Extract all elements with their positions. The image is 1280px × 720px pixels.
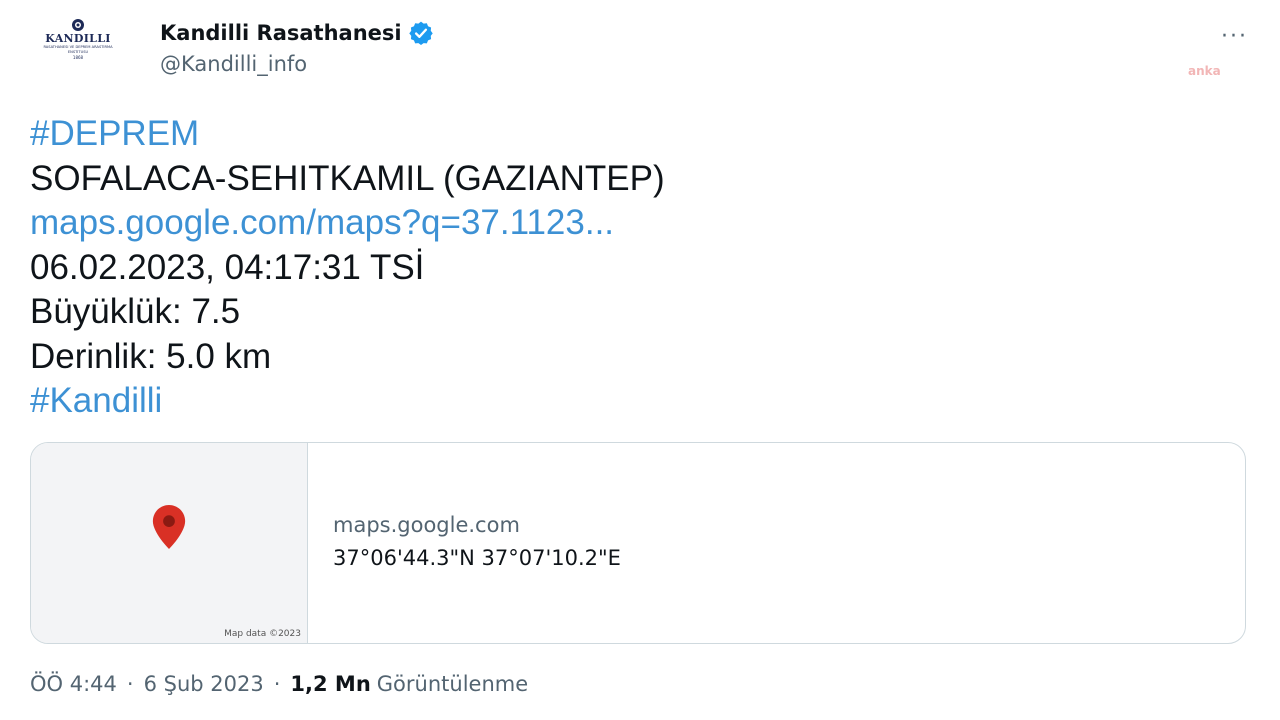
hashtag-kandilli-link[interactable]: #Kandilli [30, 379, 1250, 424]
location-text: SOFALACA-SEHITKAMIL (GAZIANTEP) [30, 158, 665, 198]
hashtag-deprem-link[interactable]: #DEPREM [30, 112, 1250, 157]
watermark: anka [1188, 64, 1221, 78]
avatar[interactable]: KANDILLI RASATHANESI VE DEPREM ARASTIRMA… [30, 18, 126, 88]
card-coordinates: 37°06'44.3"N 37°07'10.2"E [333, 546, 621, 570]
tweet-date[interactable]: 6 Şub 2023 [144, 672, 264, 696]
map-url-link[interactable]: maps.google.com/maps?q=37.1123... [30, 201, 1250, 246]
display-name[interactable]: Kandilli Rasathanesi [160, 21, 402, 45]
map-thumbnail[interactable]: Map data ©2023 [31, 443, 308, 643]
more-options-icon[interactable]: ··· [1221, 24, 1248, 49]
observatory-logo-icon [72, 19, 84, 31]
meta-separator: · [126, 672, 134, 696]
tweet-header: KANDILLI RASATHANESI VE DEPREM ARASTIRMA… [30, 14, 1250, 90]
views-label: Görüntülenme [376, 672, 529, 696]
magnitude-text: Büyüklük: 7.5 [30, 292, 241, 331]
verified-badge-icon [408, 21, 433, 46]
meta-separator: · [273, 672, 281, 696]
map-pin-icon [152, 505, 186, 549]
logo-year: 1868 [72, 55, 84, 60]
depth-text: Derinlik: 5.0 km [30, 336, 272, 376]
card-text: maps.google.com 37°06'44.3"N 37°07'10.2"… [333, 511, 621, 575]
tweet-text: #DEPREM SOFALACA-SEHITKAMIL (GAZIANTEP) … [30, 112, 1250, 424]
logo-text: KANDILLI [45, 32, 111, 45]
name-row: Kandilli Rasathanesi [160, 20, 434, 46]
card-domain: maps.google.com [333, 513, 520, 537]
handle[interactable]: @Kandilli_info [160, 52, 307, 76]
datetime-text: 06.02.2023, 04:17:31 TSİ [30, 247, 425, 287]
tweet-time[interactable]: ÖÖ 4:44 [30, 672, 117, 696]
map-credit: Map data ©2023 [224, 629, 301, 639]
logo-subtext: RASATHANESI VE DEPREM ARASTIRMA ENSTITUS… [43, 45, 113, 54]
views-count: 1,2 Mn [290, 672, 371, 696]
tweet-meta: ÖÖ 4:44 · 6 Şub 2023 · 1,2 Mn Görüntülen… [30, 672, 528, 696]
link-preview-card[interactable]: Map data ©2023 maps.google.com 37°06'44.… [30, 442, 1246, 644]
